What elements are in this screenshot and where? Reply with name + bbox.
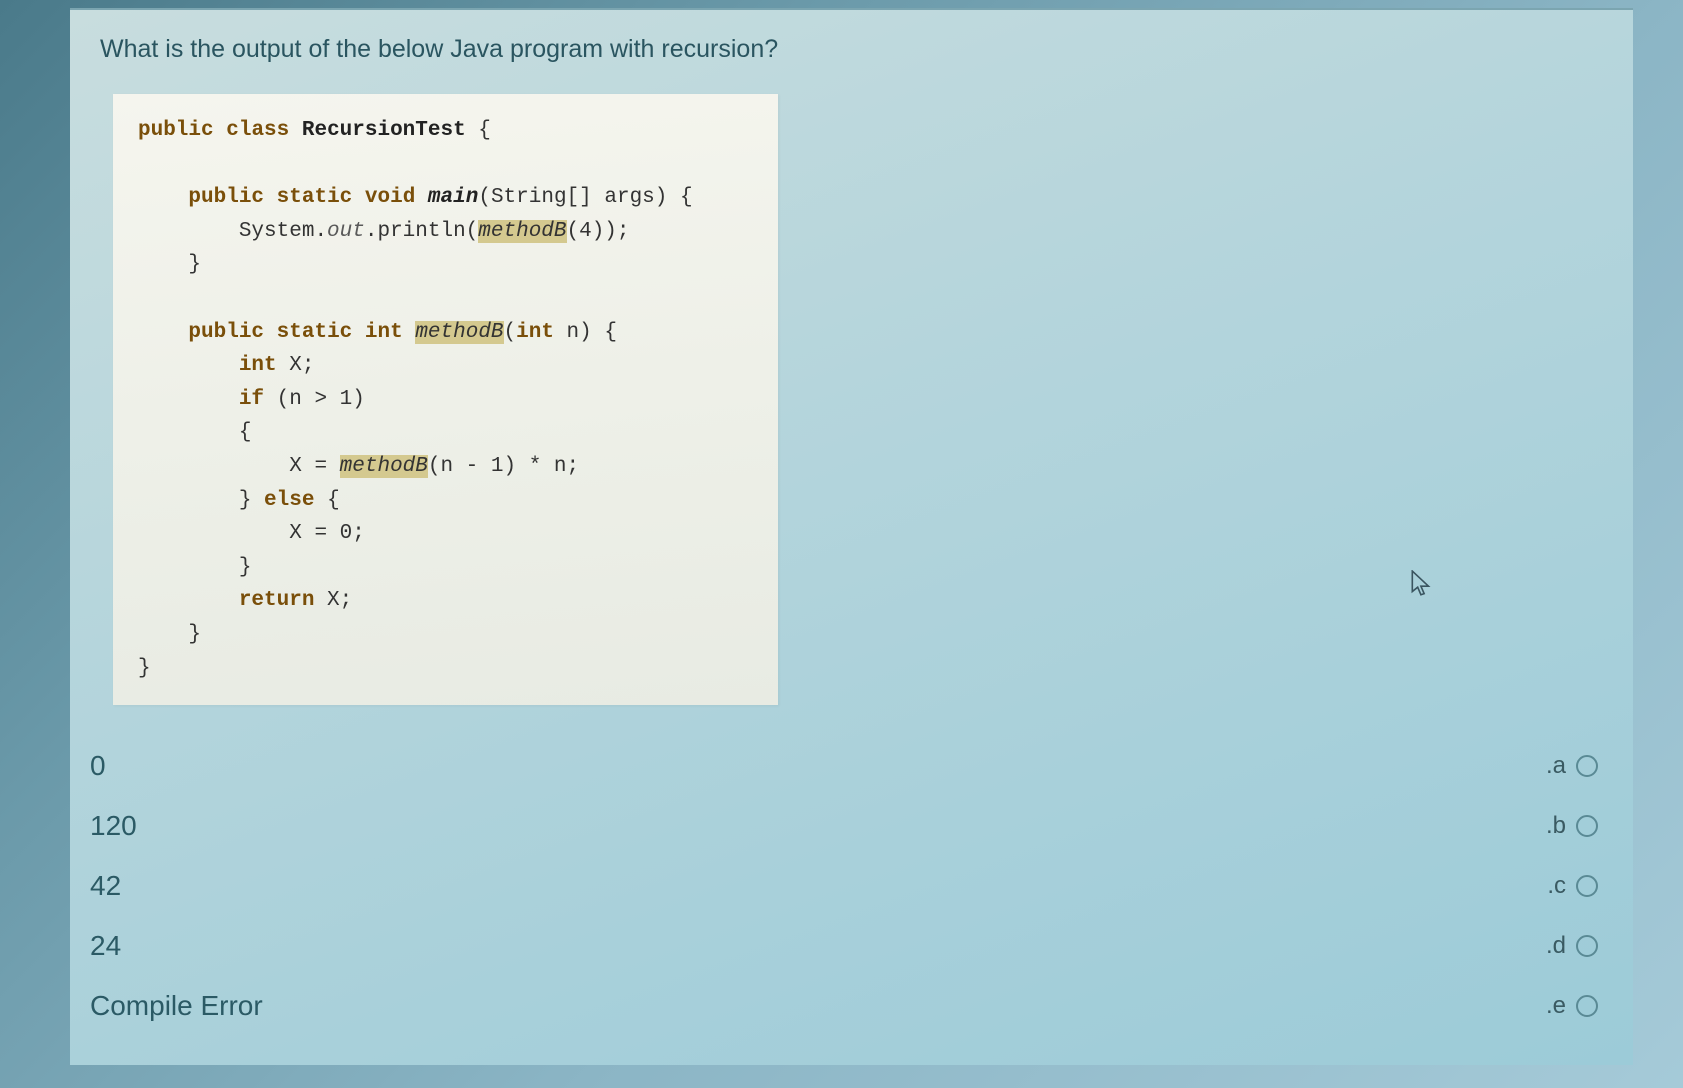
code-token: X = 0; xyxy=(289,522,365,545)
answer-letter: .a xyxy=(1546,752,1566,780)
code-token: { xyxy=(466,119,491,142)
code-token: (4)); xyxy=(567,220,630,243)
answer-text: 24 xyxy=(90,930,121,962)
code-token: public xyxy=(188,186,264,209)
question-prompt: What is the output of the below Java pro… xyxy=(100,35,1608,64)
code-token: } xyxy=(138,657,151,680)
code-token: (String[] args) { xyxy=(478,186,692,209)
code-token: } xyxy=(239,556,252,579)
code-token: if xyxy=(239,388,264,411)
answer-options: 0 .a 120 .b 42 .c 24 .d xyxy=(90,750,1608,1022)
code-token: X = xyxy=(289,455,339,478)
answer-right: .c xyxy=(1547,872,1598,900)
code-token: void xyxy=(365,186,415,209)
code-token: } xyxy=(188,623,201,646)
answer-row-e: Compile Error .e xyxy=(90,990,1608,1022)
answer-letter: .b xyxy=(1546,812,1566,840)
code-token: return xyxy=(239,589,315,612)
answer-row-c: 42 .c xyxy=(90,870,1608,902)
radio-a[interactable] xyxy=(1576,755,1598,777)
answer-letter: .c xyxy=(1547,872,1566,900)
code-token: RecursionTest xyxy=(302,119,466,142)
answer-text: 0 xyxy=(90,750,106,782)
code-token: { xyxy=(239,421,252,444)
code-block: public class RecursionTest { public stat… xyxy=(113,94,778,705)
code-token: main xyxy=(428,186,478,209)
code-token: static xyxy=(277,321,353,344)
code-token: methodB xyxy=(415,321,503,344)
answer-letter: .e xyxy=(1546,992,1566,1020)
answer-row-a: 0 .a xyxy=(90,750,1608,782)
answer-right: .e xyxy=(1546,992,1598,1020)
code-token: methodB xyxy=(478,220,566,243)
question-panel: What is the output of the below Java pro… xyxy=(70,8,1633,1065)
code-token: methodB xyxy=(340,455,428,478)
code-token: ( xyxy=(504,321,517,344)
radio-b[interactable] xyxy=(1576,815,1598,837)
answer-row-b: 120 .b xyxy=(90,810,1608,842)
code-token: } xyxy=(188,253,201,276)
answer-letter: .d xyxy=(1546,932,1566,960)
answer-text: 120 xyxy=(90,810,137,842)
code-token: { xyxy=(314,489,339,512)
radio-c[interactable] xyxy=(1576,875,1598,897)
code-token: else xyxy=(264,489,314,512)
answer-text: Compile Error xyxy=(90,990,263,1022)
code-token: .println( xyxy=(365,220,478,243)
answer-text: 42 xyxy=(90,870,121,902)
cursor-icon xyxy=(1411,570,1433,598)
answer-right: .a xyxy=(1546,752,1598,780)
code-token: System. xyxy=(239,220,327,243)
code-token: int xyxy=(239,354,277,377)
code-token: n) { xyxy=(554,321,617,344)
radio-d[interactable] xyxy=(1576,935,1598,957)
code-token: X; xyxy=(277,354,315,377)
code-token: } xyxy=(239,489,264,512)
answer-right: .b xyxy=(1546,812,1598,840)
code-token: int xyxy=(365,321,403,344)
code-token: (n > 1) xyxy=(264,388,365,411)
code-token: (n - 1) * n; xyxy=(428,455,579,478)
code-token: public xyxy=(138,119,214,142)
code-token: class xyxy=(226,119,289,142)
code-token: int xyxy=(516,321,554,344)
answer-right: .d xyxy=(1546,932,1598,960)
code-token: public xyxy=(188,321,264,344)
code-token: static xyxy=(277,186,353,209)
answer-row-d: 24 .d xyxy=(90,930,1608,962)
code-token: out xyxy=(327,220,365,243)
code-token: X; xyxy=(314,589,352,612)
radio-e[interactable] xyxy=(1576,995,1598,1017)
